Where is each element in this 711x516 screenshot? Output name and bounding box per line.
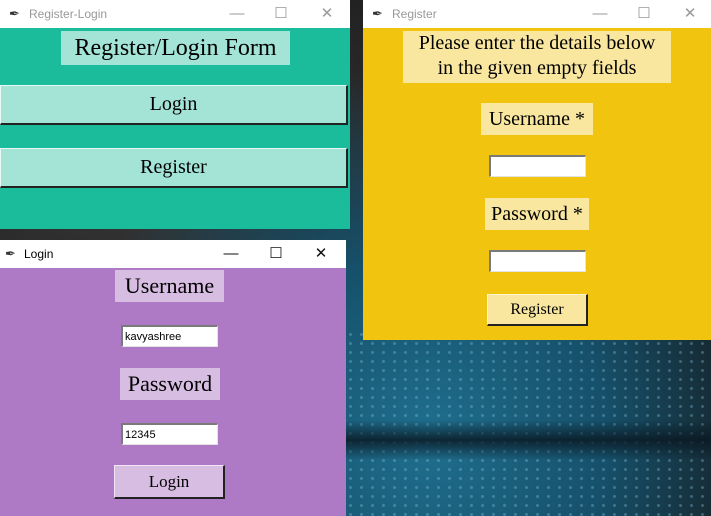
register-login-window: ✒ Register-Login — ☐ ✕ Register/Login Fo… [0,0,350,229]
register-window: ✒ Register — ☐ ✕ Please enter the detail… [363,0,711,340]
register-button[interactable]: Register [0,148,348,188]
password-field[interactable] [121,423,218,445]
password-label: Password [120,368,220,400]
close-icon[interactable]: ✕ [304,0,350,28]
login-submit-button[interactable]: Login [114,465,225,499]
register-titlebar[interactable]: ✒ Register — ☐ ✕ [363,0,711,28]
login-window: ✒ Login — ☐ ✕ Username Password Login [0,240,346,516]
instructions-line-1: Please enter the details below [418,32,656,54]
close-icon[interactable]: ✕ [298,240,344,268]
register-login-titlebar[interactable]: ✒ Register-Login — ☐ ✕ [0,0,350,28]
maximize-icon[interactable]: ☐ [253,240,299,268]
feather-icon: ✒ [372,6,383,21]
feather-icon: ✒ [9,6,20,21]
register-login-content: Register/Login Form Login Register [0,28,350,229]
background-shadow-band [345,420,711,460]
username-label: Username [115,270,224,302]
window-title: Login [24,247,54,261]
instructions-text: Please enter the details below in the gi… [403,31,671,83]
username-field[interactable] [121,325,218,347]
password-field[interactable] [489,250,586,272]
username-field[interactable] [489,155,586,177]
instructions-line-2: in the given empty fields [437,57,637,79]
feather-icon: ✒ [5,246,16,261]
password-label: Password * [485,198,589,230]
maximize-icon[interactable]: ☐ [621,0,667,28]
window-title: Register-Login [29,7,108,21]
login-content: Username Password Login [0,268,346,516]
close-icon[interactable]: ✕ [667,0,711,28]
username-label: Username * [481,103,593,135]
minimize-icon[interactable]: — [208,240,254,268]
register-content: Please enter the details below in the gi… [363,28,711,340]
login-titlebar[interactable]: ✒ Login — ☐ ✕ [0,240,346,268]
minimize-icon[interactable]: — [577,0,623,28]
maximize-icon[interactable]: ☐ [258,0,304,28]
form-heading: Register/Login Form [61,31,290,65]
window-title: Register [392,7,437,21]
login-button[interactable]: Login [0,85,348,125]
register-submit-button[interactable]: Register [487,294,588,326]
minimize-icon[interactable]: — [214,0,260,28]
